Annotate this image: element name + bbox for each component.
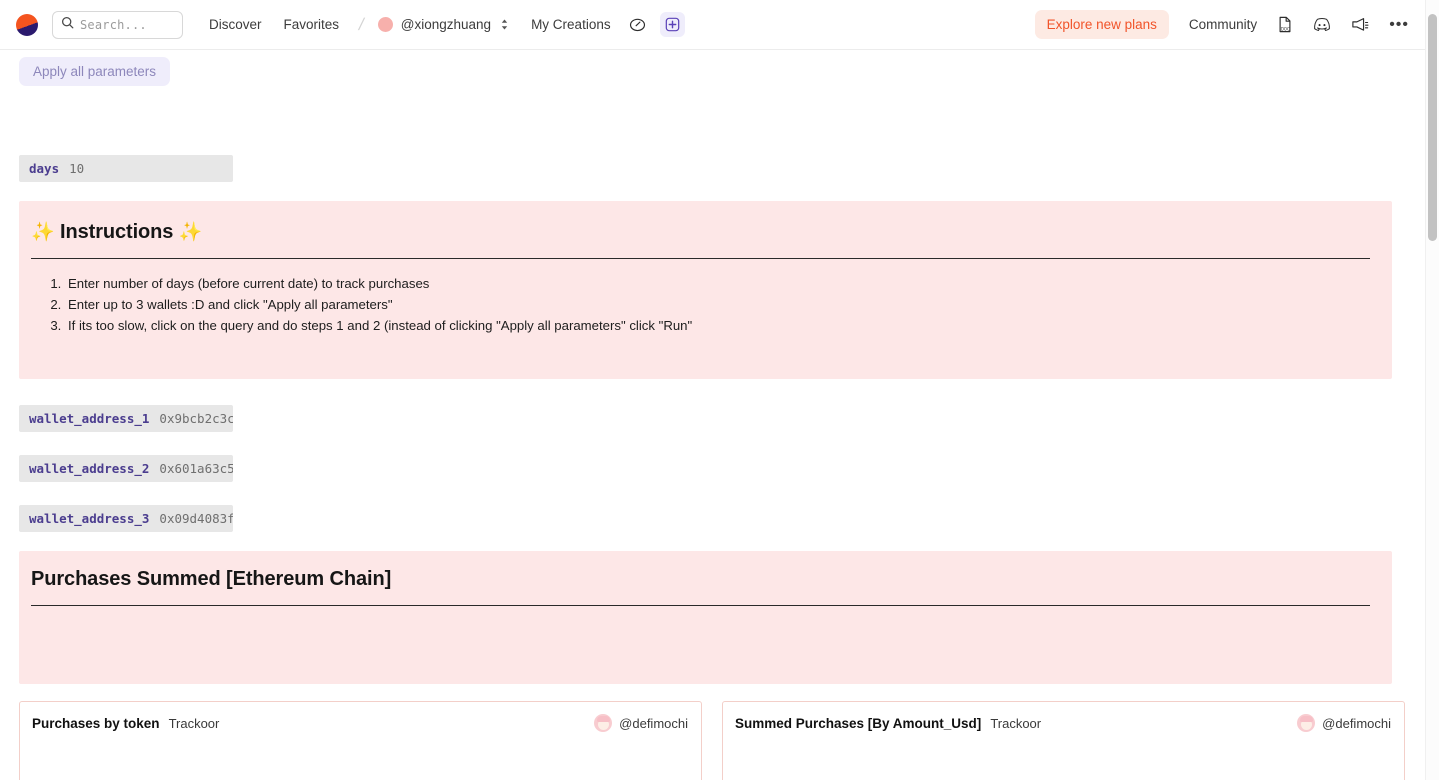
nav-divider: /: [357, 15, 366, 35]
param-wallet-address-1[interactable]: wallet_address_1 0x9bcb2c3c: [19, 405, 233, 432]
search-input[interactable]: Search...: [52, 11, 183, 39]
viz-card-header: Summed Purchases [By Amount_Usd] Trackoo…: [723, 702, 1404, 732]
list-item: Enter up to 3 wallets :D and click "Appl…: [65, 294, 1370, 315]
doc-file-icon[interactable]: DOC: [1277, 16, 1293, 33]
viz-card-purchases-by-token[interactable]: Purchases by token Trackoor @defimochi: [19, 701, 702, 780]
more-horizontal-icon[interactable]: •••: [1389, 20, 1409, 30]
purchases-summed-heading: Purchases Summed [Ethereum Chain]: [31, 568, 1370, 591]
nav-community[interactable]: Community: [1189, 17, 1257, 32]
viz-card-summed-purchases[interactable]: Summed Purchases [By Amount_Usd] Trackoo…: [722, 701, 1405, 780]
list-item: If its too slow, click on the query and …: [65, 315, 1370, 336]
param-wallet-address-1-label: wallet_address_1: [29, 411, 149, 426]
param-wallet-address-2-value: 0x601a63c5: [159, 461, 233, 476]
explore-new-plans-button[interactable]: Explore new plans: [1035, 10, 1169, 39]
sparkles-icon-left: ✨: [31, 222, 55, 243]
apply-all-parameters-button[interactable]: Apply all parameters: [19, 57, 170, 86]
create-new-button[interactable]: [660, 12, 685, 37]
instructions-heading: ✨ Instructions ✨: [31, 220, 1370, 244]
param-wallet-address-3-value: 0x09d4083f: [159, 511, 233, 526]
param-wallet-address-2[interactable]: wallet_address_2 0x601a63c5: [19, 455, 233, 482]
sparkles-icon-right: ✨: [179, 222, 203, 243]
avatar: [1297, 714, 1315, 732]
plus-square-icon: [665, 17, 680, 32]
viz-card-author-handle: @defimochi: [1322, 716, 1391, 731]
viz-card-author[interactable]: @defimochi: [1297, 714, 1391, 732]
param-days[interactable]: days 10: [19, 155, 233, 182]
viz-card-subtitle: Trackoor: [990, 716, 1041, 731]
instructions-panel: ✨ Instructions ✨ Enter number of days (b…: [19, 201, 1392, 379]
viz-card-header: Purchases by token Trackoor @defimochi: [20, 702, 701, 732]
svg-text:DOC: DOC: [1281, 27, 1290, 32]
speedometer-icon[interactable]: [629, 16, 646, 33]
nav-discover[interactable]: Discover: [209, 17, 262, 32]
user-handle: @xiongzhuang: [401, 17, 491, 32]
list-item: Enter number of days (before current dat…: [65, 273, 1370, 294]
avatar: [378, 17, 393, 32]
trackoor-logo-icon[interactable]: [16, 14, 38, 36]
param-wallet-address-3[interactable]: wallet_address_3 0x09d4083f: [19, 505, 233, 532]
instructions-list: Enter number of days (before current dat…: [65, 273, 1370, 336]
search-icon: [61, 16, 74, 34]
search-placeholder: Search...: [80, 18, 147, 32]
param-days-value: 10: [69, 161, 84, 176]
vertical-scrollbar-thumb[interactable]: [1428, 14, 1437, 241]
dashboard-content: Apply all parameters days 10 ✨ Instructi…: [0, 50, 1425, 780]
instructions-divider: [31, 258, 1370, 259]
avatar: [594, 714, 612, 732]
user-account-selector[interactable]: @xiongzhuang: [378, 17, 509, 32]
param-wallet-address-3-label: wallet_address_3: [29, 511, 149, 526]
viz-card-title: Summed Purchases [By Amount_Usd]: [735, 716, 981, 731]
viz-card-author[interactable]: @defimochi: [594, 714, 688, 732]
purchases-summed-panel: Purchases Summed [Ethereum Chain]: [19, 551, 1392, 684]
megaphone-icon[interactable]: [1351, 17, 1369, 33]
vertical-scrollbar[interactable]: [1425, 0, 1439, 780]
discord-icon[interactable]: [1313, 17, 1331, 32]
nav-favorites[interactable]: Favorites: [284, 17, 340, 32]
instructions-heading-text: Instructions: [60, 221, 173, 243]
nav-my-creations[interactable]: My Creations: [531, 17, 611, 32]
param-wallet-address-1-value: 0x9bcb2c3c: [159, 411, 233, 426]
viz-card-title: Purchases by token: [32, 716, 160, 731]
purchases-summed-divider: [31, 605, 1370, 606]
viz-card-author-handle: @defimochi: [619, 716, 688, 731]
chevron-updown-icon: [500, 18, 509, 31]
param-wallet-address-2-label: wallet_address_2: [29, 461, 149, 476]
param-days-label: days: [29, 161, 59, 176]
viz-card-subtitle: Trackoor: [169, 716, 220, 731]
top-navigation-bar: Search... Discover Favorites / @xiongzhu…: [0, 0, 1425, 50]
